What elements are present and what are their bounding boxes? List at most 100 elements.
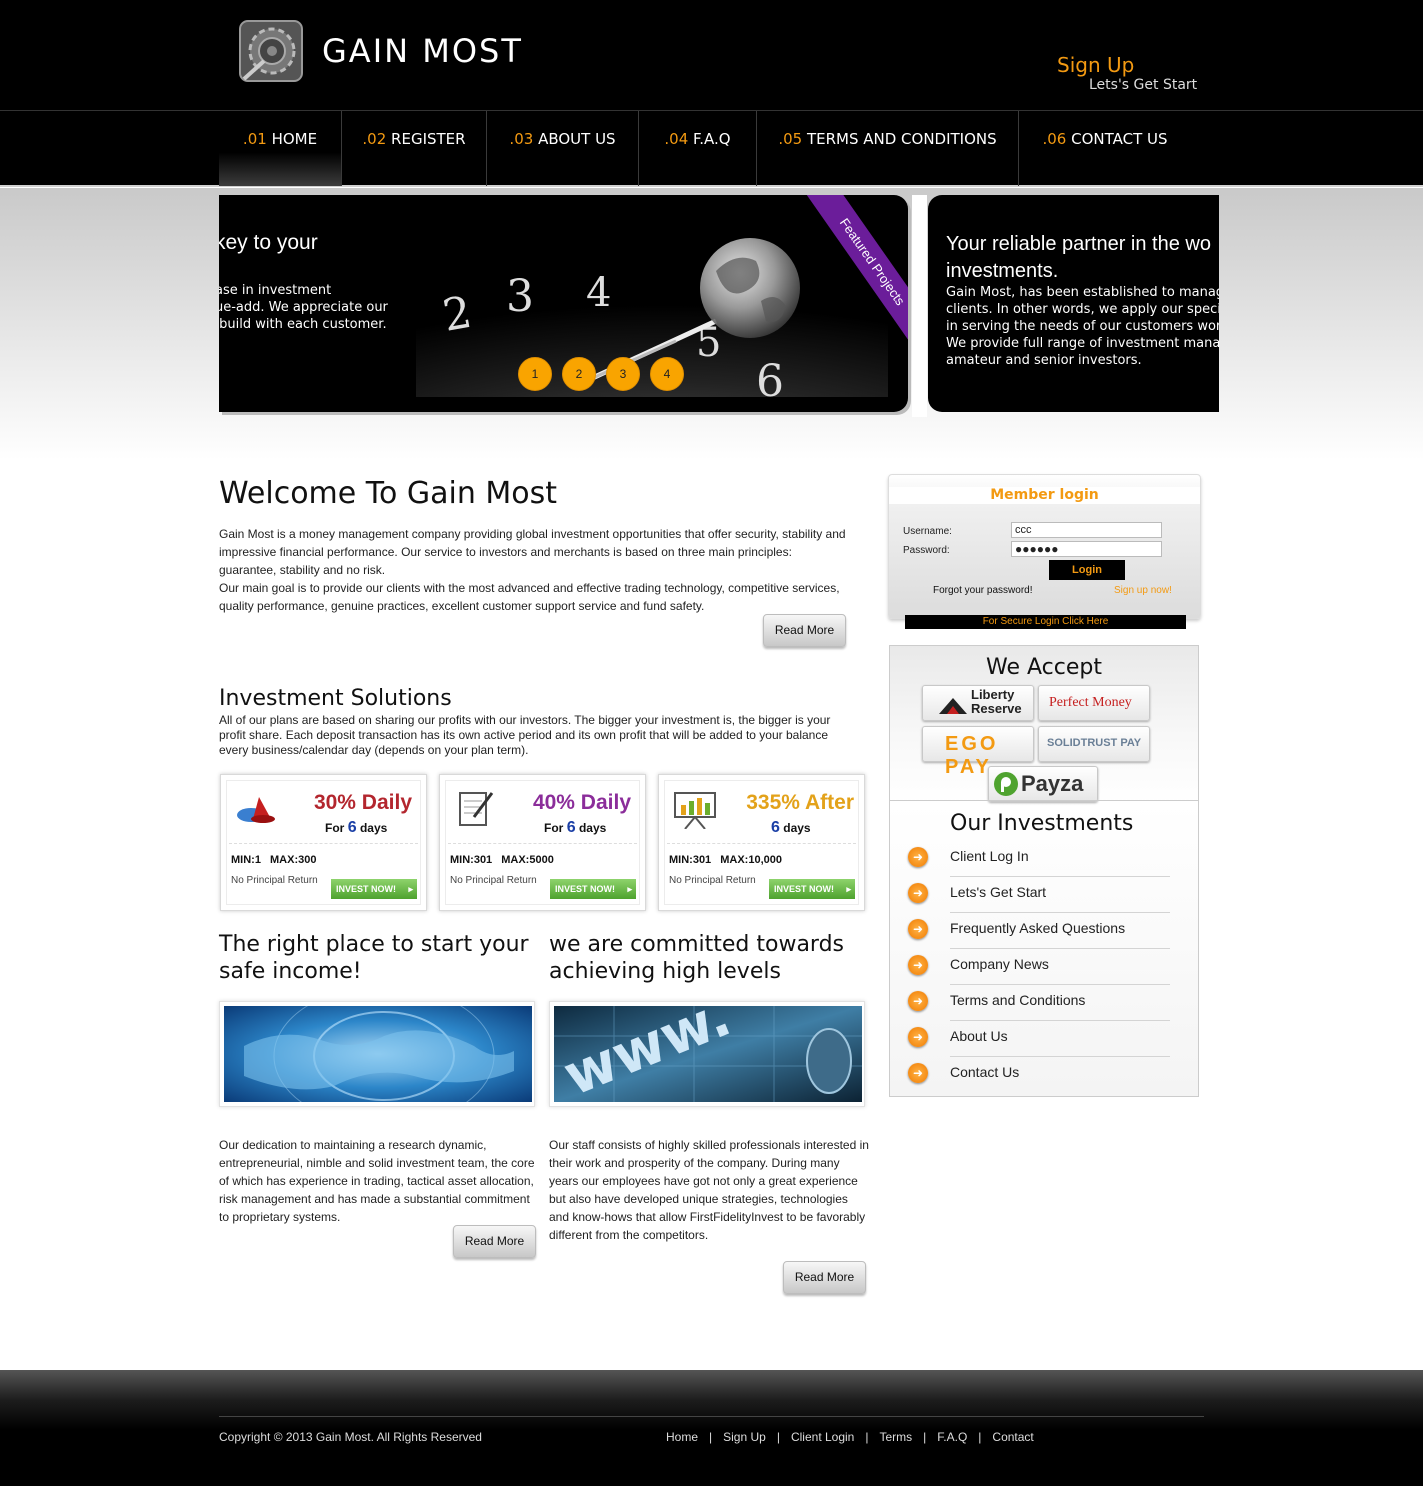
nav-home[interactable]: .01 HOME — [219, 111, 342, 186]
world-map-image — [219, 1001, 535, 1107]
column-2-text: Our staff consists of highly skilled pro… — [549, 1138, 869, 1242]
payza-icon — [994, 772, 1018, 796]
gear-logo-icon — [239, 20, 303, 82]
footer-link-terms[interactable]: Terms — [879, 1430, 912, 1444]
footer-link-contact[interactable]: Contact — [992, 1430, 1033, 1444]
login-title: Member login — [889, 487, 1200, 504]
footer: Copyright © 2013 Gain Most. All Rights R… — [0, 1370, 1423, 1486]
slider-separator — [912, 195, 927, 417]
investment-title: Investment Solutions — [219, 686, 452, 711]
presentation-board-icon — [674, 792, 716, 829]
liberty-reserve-label: Liberty Reserve — [971, 687, 1022, 716]
link-label: Lets's Get Start — [950, 884, 1047, 900]
we-accept-title: We Accept — [986, 655, 1102, 680]
welcome-read-more-button[interactable]: Read More — [763, 614, 846, 647]
username-label: Username: — [903, 526, 952, 537]
password-label: Password: — [903, 545, 950, 556]
slider-panel: key to your ase in investment ue-add. We… — [219, 195, 908, 412]
invest-now-button[interactable]: INVEST NOW! — [769, 879, 855, 899]
investment-link-faq[interactable]: ➜ Frequently Asked Questions — [908, 919, 1170, 955]
logo-text[interactable]: GAIN MOST — [322, 32, 523, 70]
column-2-read-more-button[interactable]: Read More — [783, 1261, 866, 1294]
plan-rate: 335% After — [746, 791, 854, 814]
link-rule — [950, 1056, 1170, 1057]
notepad-icon — [459, 792, 494, 826]
plan-card-2: 40% Daily For 6 days MIN:301 MAX:5000 No… — [439, 774, 646, 911]
invest-now-button[interactable]: INVEST NOW! — [331, 879, 417, 899]
footer-rule — [219, 1416, 1204, 1417]
slider-panel-next: Your reliable partner in the wo investme… — [928, 195, 1219, 412]
column-1-text: Our dedication to maintaining a research… — [219, 1138, 535, 1224]
link-label: Company News — [950, 956, 1049, 972]
solidtrust-pay-logo: SOLIDTRUST PAY — [1038, 726, 1150, 762]
payza-logo: Payza — [988, 766, 1098, 802]
footer-link-home[interactable]: Home — [666, 1430, 698, 1444]
link-rule — [950, 912, 1170, 913]
login-button[interactable]: Login — [1049, 560, 1125, 580]
our-investments-title: Our Investments — [950, 811, 1134, 836]
plan-principal: No Principal Return — [669, 875, 756, 886]
welcome-paragraph-2: Our main goal is to provide our clients … — [219, 581, 840, 613]
plan-card-1: 30% Daily For 6 days MIN:1 MAX:300 No Pr… — [220, 774, 427, 911]
footer-link-sign-up[interactable]: Sign Up — [723, 1430, 766, 1444]
nav-terms[interactable]: .05 TERMS AND CONDITIONS — [757, 111, 1019, 186]
plan-card-3: 335% After 6 days MIN:301 MAX:10,000 No … — [658, 774, 865, 911]
member-login-panel: Member login Username: ccc Password: ●●●… — [888, 474, 1201, 619]
copyright-text: Copyright © 2013 Gain Most. All Rights R… — [219, 1430, 482, 1444]
slider-dot-1[interactable]: 1 — [518, 357, 552, 391]
slide-heading: key to your — [219, 231, 318, 254]
slider-dot-3[interactable]: 3 — [606, 357, 640, 391]
column-1-title: The right place to start your safe incom… — [219, 932, 529, 984]
column-1-read-more-button[interactable]: Read More — [453, 1225, 536, 1258]
investment-link-terms[interactable]: ➜ Terms and Conditions — [908, 991, 1170, 1027]
investment-link-contact-us[interactable]: ➜ Contact Us — [908, 1063, 1170, 1099]
nav-faq[interactable]: .04 F.A.Q — [639, 111, 757, 186]
link-label: Contact Us — [950, 1064, 1020, 1080]
ribbon-label: Featured Projects — [799, 195, 908, 355]
investment-link-client-log-in[interactable]: ➜ Client Log In — [908, 847, 1170, 883]
arrow-right-icon: ➜ — [908, 1027, 928, 1047]
perfect-money-logo: Perfect Money — [1038, 685, 1150, 721]
secure-login-link[interactable]: For Secure Login Click Here — [905, 615, 1186, 629]
investment-link-company-news[interactable]: ➜ Company News — [908, 955, 1170, 991]
investment-link-about-us[interactable]: ➜ About Us — [908, 1027, 1170, 1063]
investment-text: All of our plans are based on sharing ou… — [219, 713, 831, 757]
liberty-reserve-logo: Liberty Reserve — [922, 685, 1034, 721]
pie-chart-icon — [237, 797, 275, 823]
username-field[interactable]: ccc — [1011, 522, 1162, 538]
nav-contact-us[interactable]: .06 CONTACT US — [1019, 111, 1191, 186]
column-2-title: we are committed towards achieving high … — [549, 932, 845, 984]
slide-text: ase in investment ue-add. We appreciate … — [219, 283, 388, 332]
signup-now-link[interactable]: Sign up now! — [1114, 585, 1172, 596]
svg-text:4: 4 — [586, 270, 611, 316]
slide-next-text: Gain Most, has been established to manag… — [946, 285, 1219, 368]
investment-link-get-start[interactable]: ➜ Lets's Get Start — [908, 883, 1170, 919]
nav-register[interactable]: .02 REGISTER — [342, 111, 487, 186]
link-label: Client Log In — [950, 848, 1029, 864]
slider-dot-2[interactable]: 2 — [562, 357, 596, 391]
password-field[interactable]: ●●●●●● — [1011, 541, 1162, 557]
footer-link-faq[interactable]: F.A.Q — [937, 1430, 967, 1444]
signup-link[interactable]: Sign Up — [1057, 53, 1134, 77]
link-rule — [950, 948, 1170, 949]
egopay-logo: EGO PAY — [922, 726, 1034, 778]
plan-min-max: MIN:1 MAX:300 — [231, 854, 317, 866]
invest-now-button[interactable]: INVEST NOW! — [550, 879, 636, 899]
nav-about-us[interactable]: .03 ABOUT US — [487, 111, 639, 186]
link-rule — [950, 984, 1170, 985]
link-rule — [950, 876, 1170, 877]
plan-min-max: MIN:301 MAX:10,000 — [669, 854, 782, 866]
arrow-right-icon: ➜ — [908, 883, 928, 903]
footer-link-client-login[interactable]: Client Login — [791, 1430, 854, 1444]
sidebar-box: We Accept Liberty Reserve Perfect Money … — [889, 645, 1199, 1097]
solidtrust-pay-label: SOLIDTRUST PAY — [1047, 737, 1142, 749]
forgot-password-link[interactable]: Forgot your password! — [933, 585, 1033, 596]
plan-principal: No Principal Return — [450, 875, 537, 886]
plan-rate: 40% Daily — [532, 791, 631, 814]
slider-dot-4[interactable]: 4 — [650, 357, 684, 391]
plan-min-max: MIN:301 MAX:5000 — [450, 854, 554, 866]
plan-days: For 6 days — [325, 819, 388, 836]
arrow-right-icon: ➜ — [908, 991, 928, 1011]
welcome-title: Welcome To Gain Most — [219, 476, 558, 511]
plan-principal: No Principal Return — [231, 875, 318, 886]
